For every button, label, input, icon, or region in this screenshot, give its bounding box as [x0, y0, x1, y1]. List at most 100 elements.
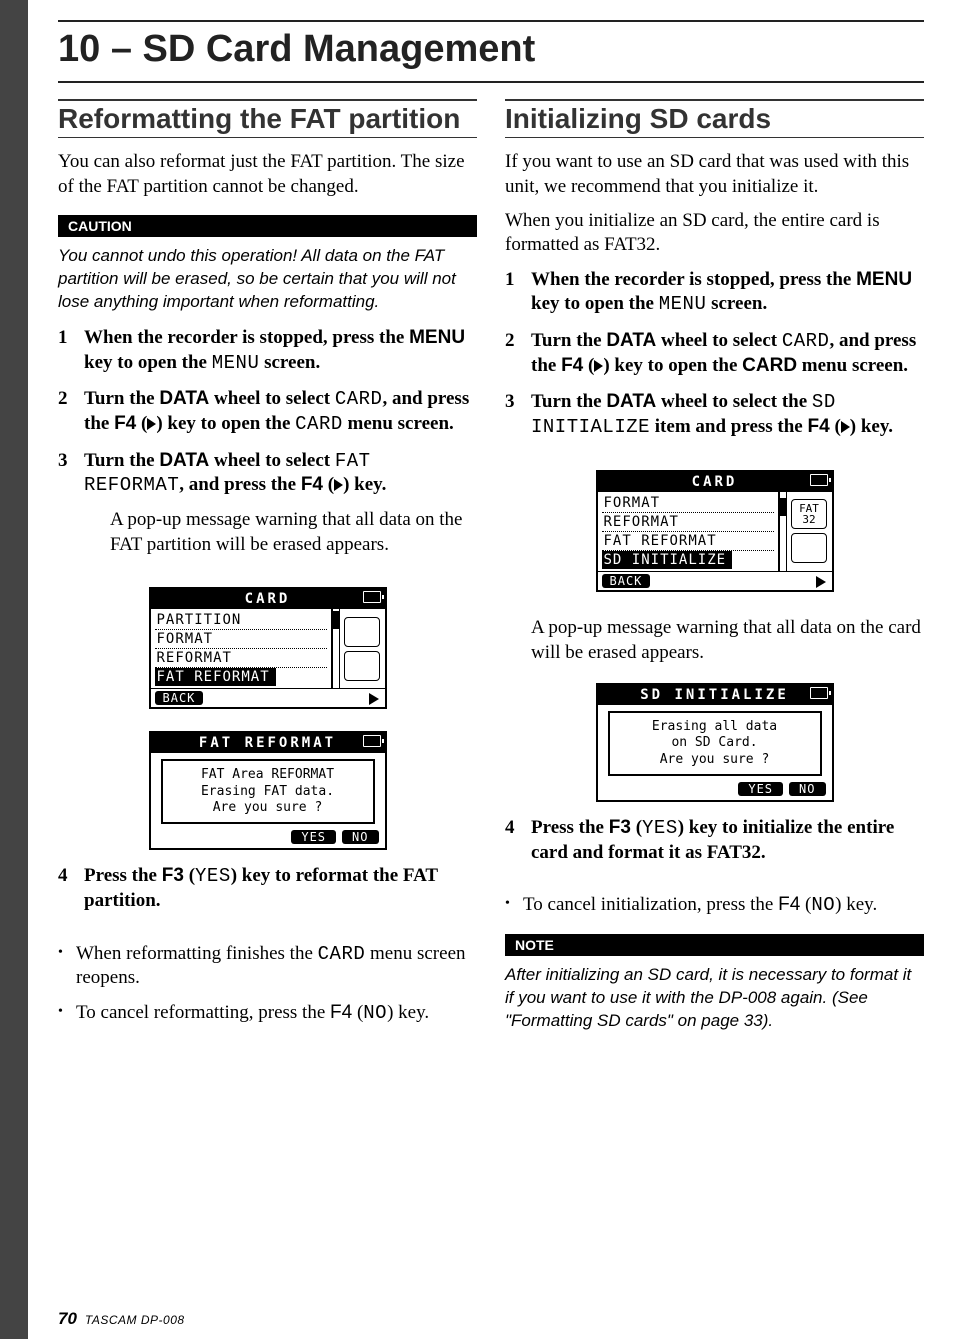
bullet-item: To cancel initialization, press the F4 (…	[505, 893, 924, 918]
format-icon	[791, 533, 827, 563]
device-screenshot-fat-reformat: FAT REFORMAT FAT Area REFORMAT Erasing F…	[149, 731, 387, 850]
confirm-dialog: Erasing all data on SD Card. Are you sur…	[608, 711, 822, 776]
wheel-data: DATA	[159, 450, 209, 471]
t: Turn the	[531, 391, 606, 412]
play-arrow-icon	[594, 360, 603, 372]
battery-icon	[363, 735, 381, 747]
note-badge: NOTE	[505, 934, 924, 956]
yes-button: YES	[738, 782, 783, 796]
card-menu: CARD	[742, 355, 797, 376]
side-border	[0, 0, 28, 1339]
t: When reformatting finishes the	[76, 943, 318, 964]
note-text: After initializing an SD card, it is nec…	[505, 964, 924, 1033]
columns: Reformatting the FAT partition You can a…	[58, 99, 924, 1299]
device-screenshot-sd-initialize: SD INITIALIZE Erasing all data on SD Car…	[596, 683, 834, 802]
page: 10 – SD Card Management Reformatting the…	[0, 0, 954, 1339]
battery-icon	[810, 687, 828, 699]
ds-footer: BACK	[598, 571, 832, 590]
scroll-thumb	[779, 498, 787, 516]
paragraph: When you initialize an SD card, the enti…	[505, 209, 924, 258]
ds-header: FAT REFORMAT	[151, 733, 385, 753]
caution-badge: CAUTION	[58, 215, 477, 237]
t: (	[136, 413, 147, 434]
key-f3: F3	[609, 817, 631, 838]
caution-text: You cannot undo this operation! All data…	[58, 245, 477, 314]
wheel-data: DATA	[159, 388, 209, 409]
dialog-buttons: YES NO	[151, 830, 385, 848]
bullets: To cancel initialization, press the F4 (…	[505, 893, 924, 928]
card-item: CARD	[335, 388, 383, 410]
ds-header: CARD	[598, 472, 832, 492]
confirm-dialog: FAT Area REFORMAT Erasing FAT data. Are …	[161, 759, 375, 824]
steps-list: When the recorder is stopped, press the …	[505, 268, 924, 452]
ds-title: SD INITIALIZE	[640, 687, 789, 703]
steps-list-cont: Press the F3 (YES) key to initialize the…	[505, 816, 924, 877]
play-icon	[369, 693, 379, 705]
yes-label: YES	[195, 865, 231, 887]
t: wheel to select	[209, 388, 335, 409]
t: wheel to select	[656, 330, 782, 351]
step-1: When the recorder is stopped, press the …	[58, 326, 477, 375]
t: screen.	[259, 352, 320, 373]
ds-item-selected: SD INITIALIZE	[602, 551, 733, 569]
t: ) key.	[343, 474, 386, 495]
wheel-data: DATA	[606, 330, 656, 351]
t: Press the	[84, 865, 162, 886]
key-menu: MENU	[856, 269, 912, 290]
intro-paragraph: You can also reformat just the FAT parti…	[58, 150, 477, 199]
t: To cancel reformatting, press the	[76, 1002, 330, 1023]
scrollbar	[778, 492, 786, 571]
bullet-item: When reformatting finishes the CARD menu…	[58, 942, 477, 991]
yes-label: YES	[642, 817, 678, 839]
ds-side-icons: FAT 32	[786, 492, 832, 571]
play-icon	[816, 576, 826, 588]
bullets: When reformatting finishes the CARD menu…	[58, 942, 477, 1036]
ds-item: REFORMAT	[155, 649, 327, 668]
device-screenshot-card-menu: CARD PARTITION FORMAT REFORMAT FAT REFOR…	[149, 587, 387, 709]
format-icon	[344, 651, 380, 681]
no-label: NO	[363, 1002, 387, 1024]
ds-header: CARD	[151, 589, 385, 609]
t: When the recorder is stopped, press the	[531, 269, 856, 290]
t: ) key.	[850, 416, 893, 437]
dialog-line: FAT Area REFORMAT	[167, 767, 369, 783]
card-menu: CARD	[318, 943, 366, 965]
t: key to open the	[531, 293, 659, 314]
step-3: Turn the DATA wheel to select FAT REFORM…	[58, 449, 477, 558]
dialog-line: Erasing all data	[614, 719, 816, 735]
chapter-title: 10 – SD Card Management	[58, 20, 924, 83]
step-2: Turn the DATA wheel to select CARD, and …	[58, 387, 477, 436]
step-4: Press the F3 (YES) key to reformat the F…	[58, 864, 477, 913]
ds-item: FORMAT	[155, 630, 327, 649]
t: (	[184, 865, 195, 886]
key-f4: F4	[808, 416, 830, 437]
t: (	[830, 416, 841, 437]
t: When the recorder is stopped, press the	[84, 327, 409, 348]
page-number: 70	[58, 1309, 77, 1329]
t: ) key to open the	[603, 355, 742, 376]
t: (	[800, 894, 811, 915]
dialog-line: Erasing FAT data.	[167, 784, 369, 800]
device-screenshot-card-menu: CARD FORMAT REFORMAT FAT REFORMAT SD INI…	[596, 470, 834, 592]
page-footer: 70 TASCAM DP-008	[58, 1299, 924, 1329]
dialog-line: Are you sure ?	[614, 752, 816, 768]
content-area: 10 – SD Card Management Reformatting the…	[28, 0, 954, 1339]
t: screen.	[706, 293, 767, 314]
no-button: NO	[342, 830, 378, 844]
key-f4: F4	[301, 474, 323, 495]
key-f4: F4	[561, 355, 583, 376]
format-icon	[344, 617, 380, 647]
yes-button: YES	[291, 830, 336, 844]
ds-footer: BACK	[151, 688, 385, 707]
battery-icon	[810, 474, 828, 486]
section-title-left: Reformatting the FAT partition	[58, 99, 477, 138]
ds-item: FORMAT	[602, 494, 774, 513]
t: ) key to open the	[156, 413, 295, 434]
step-2: Turn the DATA wheel to select CARD, and …	[505, 329, 924, 378]
t: Turn the	[84, 388, 159, 409]
play-arrow-icon	[334, 479, 343, 491]
dialog-line: Are you sure ?	[167, 800, 369, 816]
section-title-right: Initializing SD cards	[505, 99, 924, 138]
scroll-thumb	[332, 611, 340, 629]
ds-list: FORMAT REFORMAT FAT REFORMAT SD INITIALI…	[598, 492, 778, 571]
